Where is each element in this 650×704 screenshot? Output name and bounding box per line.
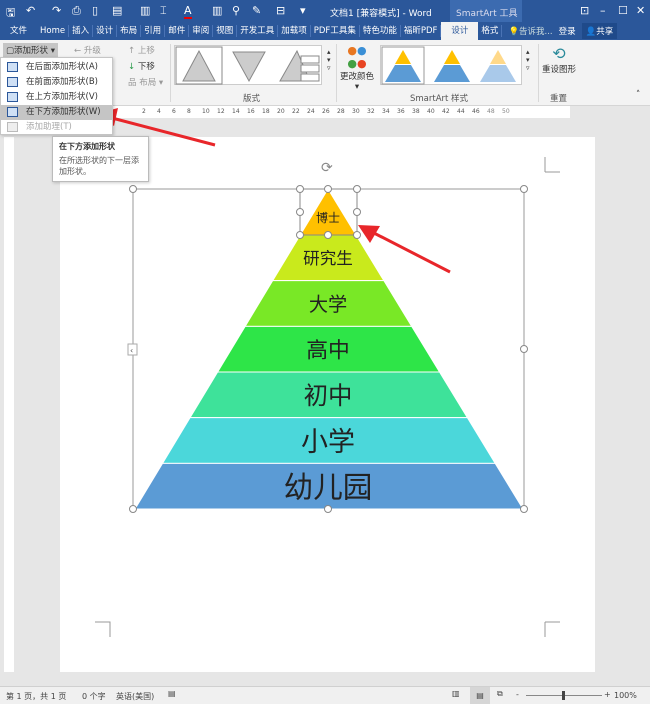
pyramid-level-label: 小学 [301, 427, 355, 458]
word-count[interactable]: 0 个字 [82, 691, 106, 702]
red-arrows [96, 108, 451, 274]
page-count[interactable]: 第 1 页，共 1 页 [6, 691, 66, 702]
resize-handle[interactable] [324, 231, 332, 239]
pyramid-level-label: 研究生 [303, 249, 353, 268]
tooltip: 在下方添加形状 在所选形状的下一层添加形状。 [52, 136, 149, 182]
resize-handle[interactable] [296, 185, 304, 193]
add-shape-icon [7, 77, 18, 87]
pyramid-level-label: 初中 [304, 381, 353, 410]
pyramid-level-label: 大学 [309, 293, 347, 316]
resize-handle[interactable] [296, 208, 304, 216]
rotate-handle-icon: ⟳ [321, 160, 333, 176]
add-shape-dropdown-menu: 在后面添加形状(A) 在前面添加形状(B) 在上方添加形状(V) 在下方添加形状(W)… [0, 57, 113, 135]
macro-record-icon[interactable]: ▤ [168, 689, 176, 698]
resize-handle[interactable] [296, 231, 304, 239]
menu-item-1[interactable]: 在前面添加形状(B) [1, 75, 112, 90]
resize-handle[interactable] [353, 208, 361, 216]
web-layout-view-icon[interactable]: ⧉ [497, 689, 503, 699]
menu-item-label: 在上方添加形状(V) [26, 92, 98, 102]
add-shape-icon [7, 107, 18, 117]
zoom-out-button[interactable]: - [516, 690, 519, 699]
add-shape-icon [7, 92, 18, 102]
resize-handle[interactable] [353, 231, 361, 239]
menu-item-label: 在前面添加形状(B) [26, 77, 98, 87]
resize-handle[interactable] [520, 505, 528, 513]
resize-handle[interactable] [520, 345, 528, 353]
resize-handle[interactable] [353, 185, 361, 193]
resize-handle[interactable] [129, 505, 137, 513]
menu-item-4[interactable]: 添加助理(T) [1, 120, 112, 135]
read-mode-view-icon[interactable]: ▥ [452, 689, 460, 698]
zoom-slider[interactable] [526, 691, 602, 700]
svg-text:‹: ‹ [130, 346, 133, 355]
zoom-in-button[interactable]: + [604, 690, 611, 699]
resize-handle[interactable] [129, 185, 137, 193]
status-bar: 第 1 页，共 1 页 0 个字 英语(美国) ▤ ▥ ▤ ⧉ - + 100% [0, 686, 650, 704]
pyramid-level-label: 高中 [306, 338, 350, 363]
pyramid-level-label: 博士 [316, 210, 340, 225]
menu-item-3[interactable]: 在下方添加形状(W) [1, 105, 112, 120]
menu-item-label: 在后面添加形状(A) [26, 62, 98, 72]
resize-handle[interactable] [520, 185, 528, 193]
print-layout-view-icon[interactable]: ▤ [470, 687, 490, 704]
tooltip-body: 在所选形状的下一层添加形状。 [59, 156, 139, 176]
pyramid-level-label: 幼儿园 [284, 470, 373, 504]
menu-item-label: 添加助理(T) [26, 122, 72, 132]
menu-item-2[interactable]: 在上方添加形状(V) [1, 90, 112, 105]
menu-item-0[interactable]: 在后面添加形状(A) [1, 60, 112, 75]
menu-item-label: 在下方添加形状(W) [26, 107, 101, 117]
resize-handle[interactable] [324, 505, 332, 513]
zoom-level[interactable]: 100% [614, 691, 637, 700]
add-shape-icon [7, 122, 18, 132]
tooltip-title: 在下方添加形状 [59, 142, 115, 151]
language[interactable]: 英语(美国) [116, 691, 154, 702]
add-shape-icon [7, 62, 18, 72]
resize-handle[interactable] [324, 185, 332, 193]
